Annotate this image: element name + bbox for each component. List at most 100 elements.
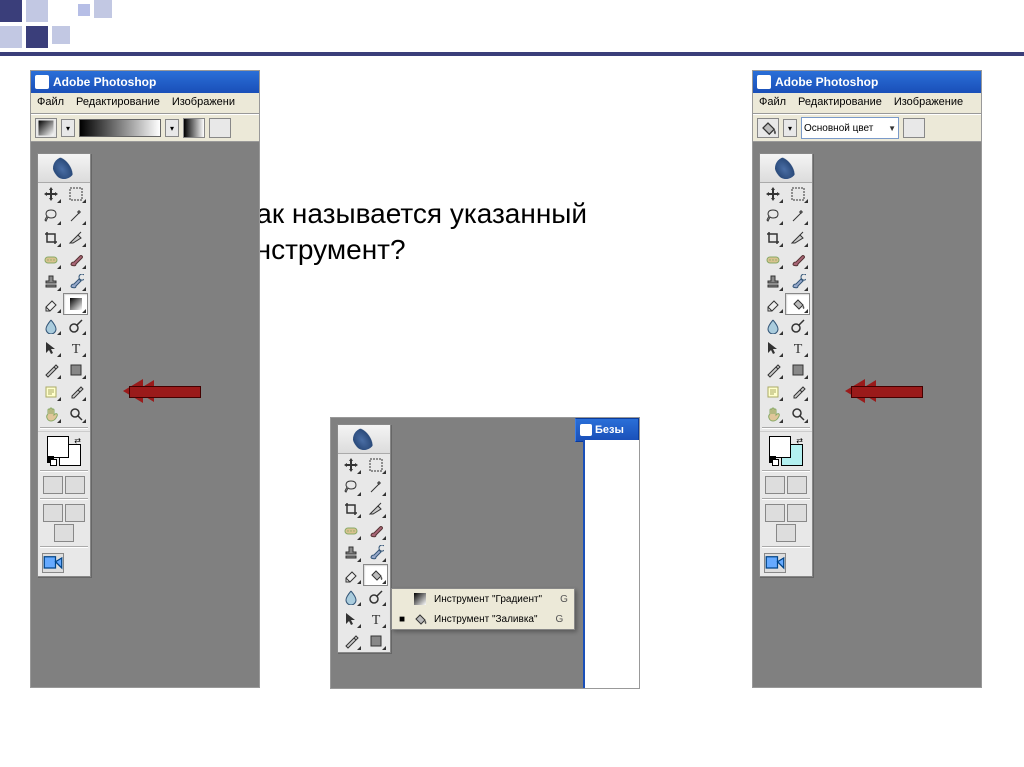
- healing-tool[interactable]: [760, 249, 785, 271]
- screen-full-button[interactable]: [54, 524, 74, 542]
- path-select-tool[interactable]: [338, 608, 363, 630]
- menu-image[interactable]: Изображение: [888, 93, 969, 113]
- stamp-tool[interactable]: [760, 271, 785, 293]
- screen-std-button[interactable]: [43, 504, 63, 522]
- default-colors-icon[interactable]: [47, 456, 57, 466]
- gradient-tool-indicator[interactable]: [35, 118, 57, 138]
- toolbox-header[interactable]: [338, 425, 390, 454]
- lasso-tool[interactable]: [338, 476, 363, 498]
- options-extra-button[interactable]: [903, 118, 925, 138]
- jump-imageready-button[interactable]: [42, 553, 64, 573]
- eraser-tool[interactable]: [338, 564, 363, 586]
- pen-tool[interactable]: [38, 359, 63, 381]
- history-brush-tool[interactable]: [363, 542, 388, 564]
- standard-mode-button[interactable]: [43, 476, 63, 494]
- brush-tool[interactable]: [63, 249, 88, 271]
- shape-tool[interactable]: [785, 359, 810, 381]
- move-tool[interactable]: [338, 454, 363, 476]
- foreground-color[interactable]: [769, 436, 791, 458]
- wand-tool[interactable]: [363, 476, 388, 498]
- menu-file[interactable]: Файл: [31, 93, 70, 113]
- notes-tool[interactable]: [760, 381, 785, 403]
- blur-tool[interactable]: [760, 315, 785, 337]
- menu-edit[interactable]: Редактирование: [792, 93, 888, 113]
- stamp-tool[interactable]: [338, 542, 363, 564]
- gradient-tool[interactable]: [363, 564, 388, 586]
- menu-image[interactable]: Изображени: [166, 93, 241, 113]
- shape-tool[interactable]: [63, 359, 88, 381]
- wand-tool[interactable]: [63, 205, 88, 227]
- screen-full-menu-button[interactable]: [787, 504, 807, 522]
- tool-preset-dropdown[interactable]: ▾: [783, 119, 797, 137]
- quickmask-mode-button[interactable]: [65, 476, 85, 494]
- flyout-item-gradient[interactable]: Инструмент "Градиент" G: [392, 589, 574, 609]
- type-tool[interactable]: T: [785, 337, 810, 359]
- fill-source-select[interactable]: Основной цвет ▼: [801, 117, 899, 139]
- stamp-tool[interactable]: [38, 271, 63, 293]
- slice-tool[interactable]: [785, 227, 810, 249]
- tool-preset-dropdown[interactable]: ▾: [61, 119, 75, 137]
- quickmask-mode-button[interactable]: [787, 476, 807, 494]
- move-tool[interactable]: [760, 183, 785, 205]
- eraser-tool[interactable]: [760, 293, 785, 315]
- fg-bg-colors[interactable]: ⇄: [47, 436, 81, 466]
- brush-tool[interactable]: [785, 249, 810, 271]
- pen-tool[interactable]: [338, 630, 363, 652]
- marquee-tool[interactable]: [363, 454, 388, 476]
- dodge-tool[interactable]: [785, 315, 810, 337]
- notes-tool[interactable]: [38, 381, 63, 403]
- crop-tool[interactable]: [338, 498, 363, 520]
- dodge-tool[interactable]: [363, 586, 388, 608]
- shape-tool[interactable]: [363, 630, 388, 652]
- healing-tool[interactable]: [38, 249, 63, 271]
- slice-tool[interactable]: [363, 498, 388, 520]
- wand-tool[interactable]: [785, 205, 810, 227]
- default-colors-icon[interactable]: [769, 456, 779, 466]
- brush-tool[interactable]: [363, 520, 388, 542]
- healing-tool[interactable]: [338, 520, 363, 542]
- document-titlebar[interactable]: Безы: [575, 418, 639, 442]
- crop-tool[interactable]: [38, 227, 63, 249]
- menu-edit[interactable]: Редактирование: [70, 93, 166, 113]
- bucket-tool-indicator[interactable]: [757, 118, 779, 138]
- zoom-tool[interactable]: [785, 403, 810, 425]
- swap-colors-icon[interactable]: ⇄: [796, 436, 803, 445]
- window-titlebar[interactable]: Adobe Photoshop: [31, 71, 259, 93]
- menu-file[interactable]: Файл: [753, 93, 792, 113]
- dodge-tool[interactable]: [63, 315, 88, 337]
- marquee-tool[interactable]: [785, 183, 810, 205]
- blur-tool[interactable]: [38, 315, 63, 337]
- gradient-preview[interactable]: [79, 119, 161, 137]
- hand-tool[interactable]: [38, 403, 63, 425]
- blur-tool[interactable]: [338, 586, 363, 608]
- eraser-tool[interactable]: [38, 293, 63, 315]
- screen-std-button[interactable]: [765, 504, 785, 522]
- gradient-tool[interactable]: [63, 293, 88, 315]
- zoom-tool[interactable]: [63, 403, 88, 425]
- history-brush-tool[interactable]: [785, 271, 810, 293]
- eyedropper-tool[interactable]: [63, 381, 88, 403]
- type-tool[interactable]: T: [63, 337, 88, 359]
- gradient-linear-button[interactable]: [183, 118, 205, 138]
- jump-imageready-button[interactable]: [764, 553, 786, 573]
- gradient-picker-dropdown[interactable]: ▾: [165, 119, 179, 137]
- toolbox-header[interactable]: [38, 154, 90, 183]
- pen-tool[interactable]: [760, 359, 785, 381]
- window-titlebar[interactable]: Adobe Photoshop: [753, 71, 981, 93]
- gradient-tool[interactable]: [785, 293, 810, 315]
- history-brush-tool[interactable]: [63, 271, 88, 293]
- lasso-tool[interactable]: [760, 205, 785, 227]
- gradient-extra-button[interactable]: [209, 118, 231, 138]
- hand-tool[interactable]: [760, 403, 785, 425]
- slice-tool[interactable]: [63, 227, 88, 249]
- marquee-tool[interactable]: [63, 183, 88, 205]
- toolbox-header[interactable]: [760, 154, 812, 183]
- move-tool[interactable]: [38, 183, 63, 205]
- crop-tool[interactable]: [760, 227, 785, 249]
- lasso-tool[interactable]: [38, 205, 63, 227]
- type-tool[interactable]: T: [363, 608, 388, 630]
- foreground-color[interactable]: [47, 436, 69, 458]
- fg-bg-colors[interactable]: ⇄: [769, 436, 803, 466]
- screen-full-button[interactable]: [776, 524, 796, 542]
- path-select-tool[interactable]: [760, 337, 785, 359]
